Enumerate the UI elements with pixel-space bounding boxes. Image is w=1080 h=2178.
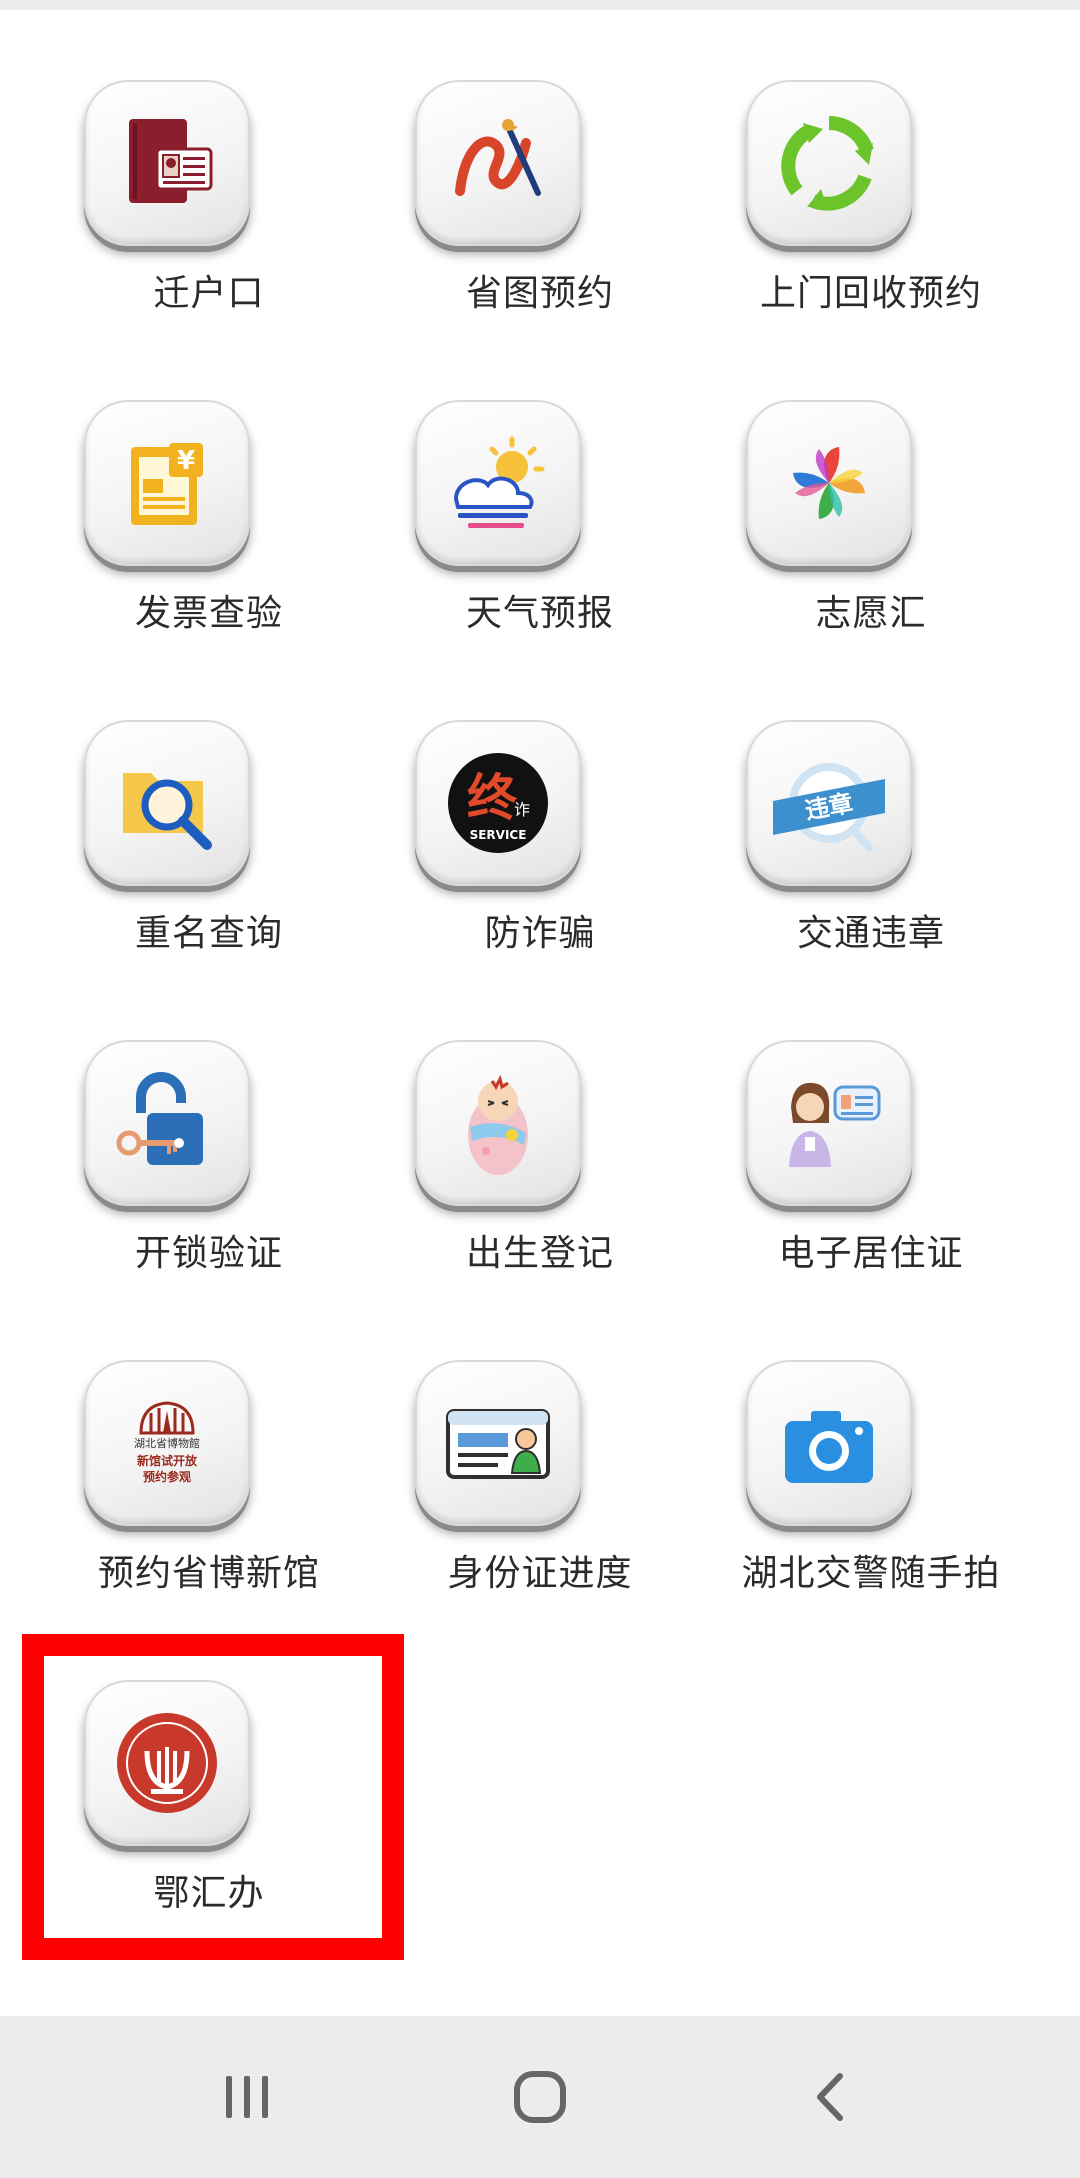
svg-text:终: 终: [467, 769, 518, 827]
padlock-key-icon: [84, 1040, 250, 1206]
app-tile-shengbo[interactable]: 湖北省博物館 新馆试开放 预约参观 预约省博新馆: [43, 1360, 375, 1680]
paintbrush-icon: [415, 80, 581, 246]
app-tile-chongming[interactable]: 重名查询: [43, 720, 375, 1040]
svg-text:SERVICE: SERVICE: [470, 828, 527, 842]
app-label: 电子居住证: [778, 1233, 964, 1274]
folder-search-icon: [84, 720, 250, 886]
svg-text:¥: ¥: [177, 446, 195, 476]
id-card-icon: [415, 1360, 581, 1526]
app-tile-qianhukou[interactable]: 迁户口: [43, 80, 375, 400]
app-tile-shenfenzheng[interactable]: 身份证进度: [374, 1360, 706, 1680]
anti-fraud-icon: 终 诈 SERVICE: [415, 720, 581, 886]
app-label: 出生登记: [465, 1233, 614, 1274]
app-grid: 迁户口 省图预约 上门回收预约 ¥ 发票查验 天气预报 志愿汇 重名查询 终 诈…: [0, 0, 1080, 2010]
app-label: 发票查验: [134, 593, 283, 634]
app-label: 志愿汇: [815, 593, 927, 634]
system-navigation-bar: [0, 2016, 1080, 2178]
weather-icon: [415, 400, 581, 566]
svg-text:新馆试开放: 新馆试开放: [137, 1453, 198, 1468]
app-label: 身份证进度: [447, 1553, 633, 1594]
recents-button[interactable]: [177, 2037, 317, 2157]
back-icon: [817, 2073, 844, 2121]
baby-icon: [415, 1040, 581, 1206]
traffic-violation-icon: 违章: [746, 720, 912, 886]
camera-icon: [746, 1360, 912, 1526]
app-tile-shengtu[interactable]: 省图预约: [374, 80, 706, 400]
museum-icon: 湖北省博物館 新馆试开放 预约参观: [84, 1360, 250, 1526]
app-label: 上门回收预约: [759, 273, 982, 314]
app-tile-suishoupai[interactable]: 湖北交警随手拍: [705, 1360, 1037, 1680]
highlight-box: [22, 1634, 404, 1960]
app-tile-zhiyuanhui[interactable]: 志愿汇: [705, 400, 1037, 720]
app-tile-invoice[interactable]: ¥ 发票查验: [43, 400, 375, 720]
app-tile-weizhang[interactable]: 违章 交通违章: [705, 720, 1037, 1040]
app-label: 开锁验证: [134, 1233, 283, 1274]
app-label: 省图预约: [465, 273, 614, 314]
svg-text:诈: 诈: [514, 800, 530, 819]
home-button[interactable]: [470, 2037, 610, 2157]
back-button[interactable]: [763, 2037, 903, 2157]
recycle-icon: [746, 80, 912, 246]
resident-card-icon: [746, 1040, 912, 1206]
app-label: 防诈骗: [484, 913, 596, 954]
svg-text:湖北省博物館: 湖北省博物館: [134, 1436, 200, 1450]
recents-icon: [225, 2076, 268, 2118]
invoice-icon: ¥: [84, 400, 250, 566]
app-tile-weather[interactable]: 天气预报: [374, 400, 706, 720]
passport-icon: [84, 80, 250, 246]
app-tile-recycle[interactable]: 上门回收预约: [705, 80, 1037, 400]
app-tile-fangzhapian[interactable]: 终 诈 SERVICE 防诈骗: [374, 720, 706, 1040]
app-label: 预约省博新馆: [97, 1553, 320, 1594]
app-label: 湖北交警随手拍: [741, 1553, 1001, 1594]
app-label: 天气预报: [465, 593, 614, 634]
svg-text:预约参观: 预约参观: [143, 1469, 191, 1484]
app-label: 重名查询: [134, 913, 283, 954]
home-icon: [513, 2071, 566, 2123]
app-tile-juzhuzheng[interactable]: 电子居住证: [705, 1040, 1037, 1360]
app-tile-chusheng[interactable]: 出生登记: [374, 1040, 706, 1360]
app-label: 交通违章: [796, 913, 945, 954]
app-tile-kaisuo[interactable]: 开锁验证: [43, 1040, 375, 1360]
pinwheel-icon: [746, 400, 912, 566]
app-label: 迁户口: [153, 273, 265, 314]
